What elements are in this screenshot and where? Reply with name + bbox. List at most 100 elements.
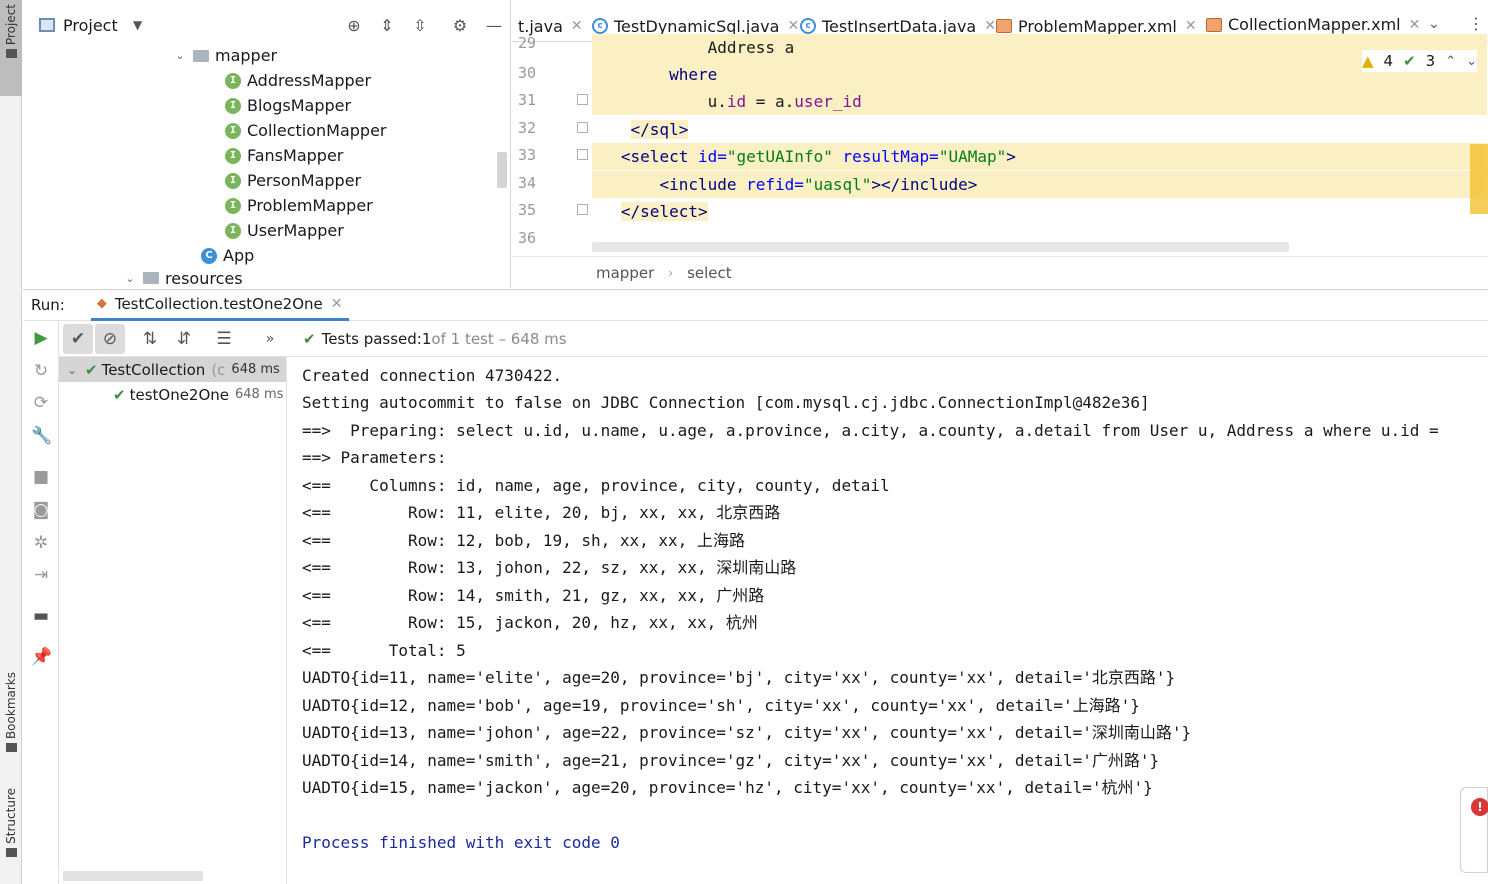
show-passed-icon[interactable]: ✔ — [63, 323, 93, 354]
line-number: 33 — [517, 146, 536, 164]
tree-item-personmapper[interactable]: I PersonMapper — [225, 168, 361, 193]
tree-item-usermapper[interactable]: I UserMapper — [225, 218, 344, 243]
wrench-icon[interactable]: 🔧 — [31, 426, 52, 446]
tree-item-fansmapper[interactable]: I FansMapper — [225, 143, 343, 168]
fold-marker[interactable] — [577, 149, 588, 160]
sort-alpha-icon[interactable]: ⇅ — [135, 324, 165, 354]
interface-icon: I — [225, 222, 241, 239]
chevron-down-icon[interactable]: ⌄ — [59, 363, 85, 377]
tool-tab-bookmarks[interactable]: Bookmarks — [0, 668, 22, 768]
test-tree-scrollbar[interactable] — [63, 871, 203, 881]
camera-icon[interactable]: ◙ — [31, 500, 51, 520]
fold-marker[interactable] — [577, 204, 588, 215]
tree-folder-resources[interactable]: ⌄ resources — [123, 268, 242, 288]
chevron-down-icon[interactable]: ⌄ — [123, 272, 137, 285]
rerun-icon[interactable]: ▶ — [31, 328, 51, 348]
pin-icon[interactable]: 📌 — [31, 647, 52, 667]
left-tool-stripe: Project Bookmarks Structure — [0, 0, 22, 884]
project-panel-title[interactable]: Project — [63, 16, 118, 35]
project-panel-header: Project ▼ ⊕ ⇕ ⇳ ⚙ — — [23, 8, 511, 44]
gear-icon[interactable]: ⚙ — [451, 17, 469, 35]
stop-icon[interactable]: ■ — [31, 467, 51, 487]
console-line: Setting autocommit to false on JDBC Conn… — [302, 393, 1150, 412]
tree-item-label: AddressMapper — [247, 71, 372, 90]
close-icon[interactable]: ✕ — [1185, 18, 1197, 34]
settings-icon[interactable]: ✲ — [31, 533, 51, 553]
fold-marker[interactable] — [577, 122, 588, 133]
code-line-33: <select id="getUAInfo" resultMap="UAMap"… — [592, 143, 1487, 170]
import-icon[interactable]: ⇥ — [31, 565, 51, 585]
more-actions-icon[interactable]: » — [255, 324, 285, 354]
console-line: <== Columns: id, name, age, province, ci… — [302, 476, 890, 495]
bookmark-icon — [5, 743, 17, 753]
test-case-row[interactable]: ✔ testOne2One 648 ms — [59, 382, 286, 407]
code-text: user_id — [794, 92, 862, 111]
test-suite-row[interactable]: ⌄ ✔ TestCollection (c 648 ms — [59, 357, 286, 382]
tool-tab-project-label: Project — [4, 4, 18, 46]
chevron-down-icon[interactable]: ▼ — [133, 18, 142, 32]
folder-icon — [193, 49, 209, 62]
tool-tab-structure[interactable]: Structure — [0, 784, 22, 874]
console-line: UADTO{id=11, name='elite', age=20, provi… — [302, 668, 1176, 687]
chevron-down-icon[interactable]: ⌄ — [1428, 16, 1440, 32]
collapse-all-icon[interactable]: ⇳ — [411, 17, 429, 35]
tree-item-label: BlogsMapper — [247, 96, 352, 115]
tool-tab-bookmarks-label: Bookmarks — [4, 672, 18, 740]
locate-icon[interactable]: ⊕ — [345, 17, 363, 35]
line-gutter: 29 30 31 32 33 34 35 36 — [512, 34, 592, 254]
tree-item-label: ProblemMapper — [247, 196, 373, 215]
inspection-widget[interactable]: ▲ 4 ✔ 3 ⌃ ⌄ — [1362, 50, 1478, 72]
tree-folder-mapper[interactable]: ⌄ mapper — [173, 43, 277, 68]
breadcrumb-item[interactable]: select — [687, 264, 732, 282]
line-number: 34 — [517, 174, 536, 192]
show-ignored-icon[interactable]: ⊘ — [95, 323, 125, 354]
interface-icon: I — [225, 122, 241, 139]
code-text: "getUAInfo" — [726, 147, 833, 166]
rerun-failed-icon[interactable]: ↻ — [31, 361, 51, 381]
tree-item-label: CollectionMapper — [247, 121, 387, 140]
code-text: resultMap= — [832, 147, 939, 166]
code-line-35: </select> — [592, 198, 1487, 225]
breadcrumb-item[interactable]: mapper — [596, 264, 654, 282]
console-line: UADTO{id=14, name='smith', age=21, provi… — [302, 751, 1160, 770]
tree-item-app[interactable]: C App — [201, 243, 254, 268]
interface-icon: I — [225, 197, 241, 214]
code-area[interactable]: Address a where u.id = a.user_id </sql> … — [592, 34, 1488, 254]
chevron-up-icon[interactable]: ⌃ — [1445, 54, 1456, 69]
close-icon[interactable]: ✕ — [1409, 17, 1421, 33]
folder-icon — [143, 272, 159, 284]
chevron-down-icon[interactable]: ⌄ — [173, 49, 187, 62]
minimize-icon[interactable]: — — [485, 17, 503, 35]
code-text: "uasql" — [803, 175, 872, 194]
run-tab[interactable]: ◆ TestCollection.testOne2One ✕ — [90, 289, 349, 321]
check-icon: ✔ — [303, 329, 316, 348]
editor-horizontal-scrollbar[interactable] — [592, 242, 1289, 252]
tree-item-addressmapper[interactable]: I AddressMapper — [225, 68, 371, 93]
interface-icon: I — [225, 147, 241, 164]
console-output[interactable]: Created connection 4730422. Setting auto… — [288, 357, 1488, 884]
layout-icon[interactable]: ▬ — [31, 606, 51, 626]
chevron-right-icon: › — [668, 265, 674, 280]
fold-marker[interactable] — [577, 94, 588, 105]
close-icon[interactable]: ✕ — [331, 296, 343, 312]
error-stripe-mark[interactable] — [1470, 144, 1488, 214]
more-icon[interactable]: ⋮ — [1468, 14, 1484, 33]
toggle-auto-test-icon[interactable]: ⟳ — [31, 393, 51, 413]
tree-item-collectionmapper[interactable]: I CollectionMapper — [225, 118, 386, 143]
sort-duration-icon[interactable]: ⇵ — [169, 324, 199, 354]
tree-item-problemmapper[interactable]: I ProblemMapper — [225, 193, 373, 218]
project-scrollbar[interactable] — [497, 152, 507, 188]
tab-label: TestInsertData.java — [822, 16, 977, 36]
tab-label: CollectionMapper.xml — [1228, 15, 1401, 34]
code-text: Address a — [707, 38, 795, 57]
check-icon: ✔ — [85, 360, 98, 379]
chevron-down-icon[interactable]: ⌄ — [1466, 54, 1477, 69]
close-icon[interactable]: ✕ — [571, 18, 583, 34]
notification-badge[interactable]: ! — [1460, 787, 1488, 873]
expand-all-icon[interactable]: ⇕ — [378, 17, 396, 35]
tool-tab-project[interactable]: Project — [0, 0, 22, 96]
expand-all-icon[interactable]: ☰ — [209, 324, 239, 354]
tree-item-label: UserMapper — [247, 221, 344, 240]
tree-item-blogsmapper[interactable]: I BlogsMapper — [225, 93, 351, 118]
code-text: id= — [697, 147, 727, 166]
